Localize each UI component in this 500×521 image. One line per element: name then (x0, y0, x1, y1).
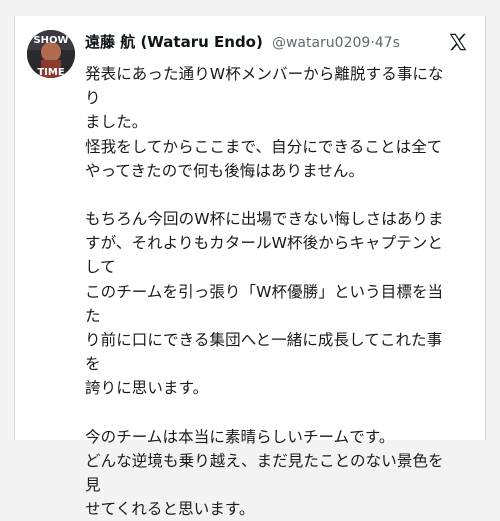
avatar-image: SHOW TIME (27, 30, 75, 78)
tweet-text: 発表にあった通りW杯メンバーから離脱する事になり ました。 怪我をしてからここま… (85, 62, 457, 521)
x-logo-icon[interactable] (447, 31, 469, 53)
author-handle[interactable]: @wataru0209 (272, 35, 370, 51)
tweet-card: SHOW TIME 遠藤 航 (Wataru Endo) @wataru0209… (14, 16, 486, 518)
author-display-name[interactable]: 遠藤 航 (Wataru Endo) (85, 33, 263, 51)
avatar[interactable]: SHOW TIME (27, 30, 75, 78)
timestamp[interactable]: 47s (375, 35, 400, 51)
tweet-paragraph-2: もちろん今回のW杯に出場できない悔しさはありますが、それよりもカタールW杯後から… (85, 210, 444, 398)
avatar-text-top: SHOW (33, 35, 68, 46)
tweet-paragraph-3: 今のチームは本当に素晴らしいチームです。 どんな逆境も乗り越え、まだ見たことのな… (85, 427, 444, 519)
tweet-header: 遠藤 航 (Wataru Endo) @wataru0209·47s (85, 31, 469, 55)
tweet-paragraph-1: 発表にあった通りW杯メンバーから離脱する事になり ました。 怪我をしてからここま… (85, 65, 444, 180)
avatar-text-bottom: TIME (37, 67, 64, 78)
